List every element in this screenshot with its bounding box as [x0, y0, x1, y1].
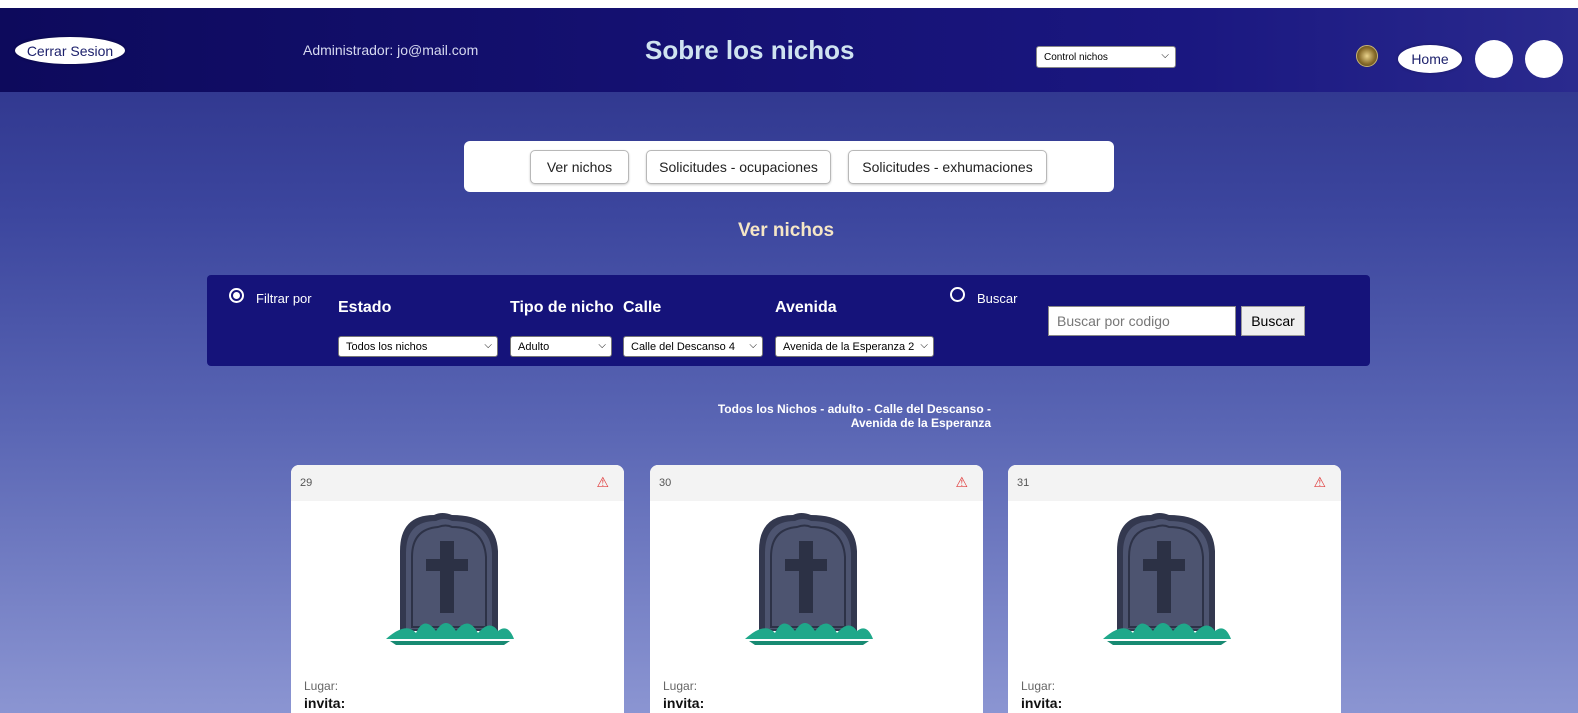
header-bar: Cerrar Sesion Administrador: jo@mail.com…: [0, 8, 1578, 92]
lugar-label: Lugar:: [304, 679, 339, 693]
chevron-down-icon: ⌵: [598, 340, 606, 351]
chevron-down-icon: ⌵: [1161, 50, 1169, 61]
result-caption-line2: Avenida de la Esperanza: [850, 416, 991, 430]
tipo-nicho-label: Tipo de nicho: [510, 299, 614, 316]
nicho-number: 29: [300, 477, 313, 489]
admin-email-text: Administrador: jo@mail.com: [303, 42, 479, 58]
chevron-down-icon: ⌵: [749, 340, 757, 351]
card-header: 29 ⚠: [291, 465, 624, 501]
card-header: 31 ⚠: [1008, 465, 1341, 501]
user-circle-button[interactable]: [1475, 40, 1513, 78]
lugar-label: Lugar:: [1021, 679, 1056, 693]
menu-circle-button[interactable]: [1525, 40, 1563, 78]
page-title: Sobre los nichos: [645, 35, 855, 65]
avenida-select[interactable]: Avenida de la Esperanza 2 ⌵: [775, 336, 934, 357]
tab-solicitudes-exhumaciones[interactable]: Solicitudes - exhumaciones: [848, 150, 1047, 184]
search-input[interactable]: Buscar por codigo: [1048, 306, 1236, 336]
nicho-number: 31: [1017, 477, 1030, 489]
result-caption-line1: Todos los Nichos - adulto - Calle del De…: [717, 402, 991, 416]
estado-select-value: Todos los nichos: [346, 340, 428, 353]
tipo-nicho-select[interactable]: Adulto ⌵: [510, 336, 612, 357]
tab-solicitudes-ocupaciones[interactable]: Solicitudes - ocupaciones: [646, 150, 831, 184]
invita-label: invita:: [304, 695, 346, 711]
warning-triangle-icon[interactable]: ⚠: [955, 474, 968, 491]
search-button[interactable]: Buscar: [1241, 306, 1305, 336]
tombstone-icon: [1103, 513, 1231, 645]
card-header: 30 ⚠: [650, 465, 983, 501]
tombstone-icon: [745, 513, 873, 645]
calle-select-value: Calle del Descanso 4: [631, 340, 735, 353]
search-radio-label: Buscar: [977, 291, 1018, 306]
filter-radio[interactable]: [229, 288, 244, 303]
seal-logo-icon: [1356, 45, 1378, 67]
estado-label: Estado: [338, 299, 392, 316]
nicho-card[interactable]: 29 ⚠ Lugar: invita:: [291, 465, 624, 713]
invita-label: invita:: [663, 695, 705, 711]
calle-label: Calle: [623, 299, 662, 316]
estado-select[interactable]: Todos los nichos ⌵: [338, 336, 498, 357]
logout-button[interactable]: Cerrar Sesion: [15, 37, 125, 64]
invita-label: invita:: [1021, 695, 1063, 711]
search-radio[interactable]: [950, 287, 965, 302]
chevron-down-icon: ⌵: [920, 340, 928, 351]
warning-triangle-icon[interactable]: ⚠: [596, 474, 609, 491]
nicho-card[interactable]: 31 ⚠ Lugar: invita:: [1008, 465, 1341, 713]
avenida-label: Avenida: [775, 299, 837, 316]
filter-radio-label: Filtrar por: [256, 291, 312, 306]
home-button[interactable]: Home: [1398, 45, 1462, 73]
tabs-container: Ver nichos Solicitudes - ocupaciones Sol…: [464, 141, 1114, 192]
nicho-card[interactable]: 30 ⚠ Lugar: invita:: [650, 465, 983, 713]
top-strip: [0, 0, 1578, 8]
warning-triangle-icon[interactable]: ⚠: [1313, 474, 1326, 491]
section-title: Ver nichos: [738, 220, 835, 241]
chevron-down-icon: ⌵: [484, 340, 492, 351]
calle-select[interactable]: Calle del Descanso 4 ⌵: [623, 336, 763, 357]
tipo-nicho-select-value: Adulto: [518, 340, 550, 353]
nav-select[interactable]: Control nichos ⌵: [1036, 46, 1176, 68]
nav-select-value: Control nichos: [1044, 51, 1108, 63]
lugar-label: Lugar:: [663, 679, 698, 693]
avenida-select-value: Avenida de la Esperanza 2: [783, 340, 915, 353]
result-caption: Todos los Nichos - adulto - Calle del De…: [640, 402, 991, 430]
tab-ver-nichos[interactable]: Ver nichos: [530, 150, 629, 184]
nicho-number: 30: [659, 477, 672, 489]
filter-panel: Filtrar por Estado Tipo de nicho Calle A…: [207, 275, 1370, 366]
tombstone-icon: [386, 513, 514, 645]
